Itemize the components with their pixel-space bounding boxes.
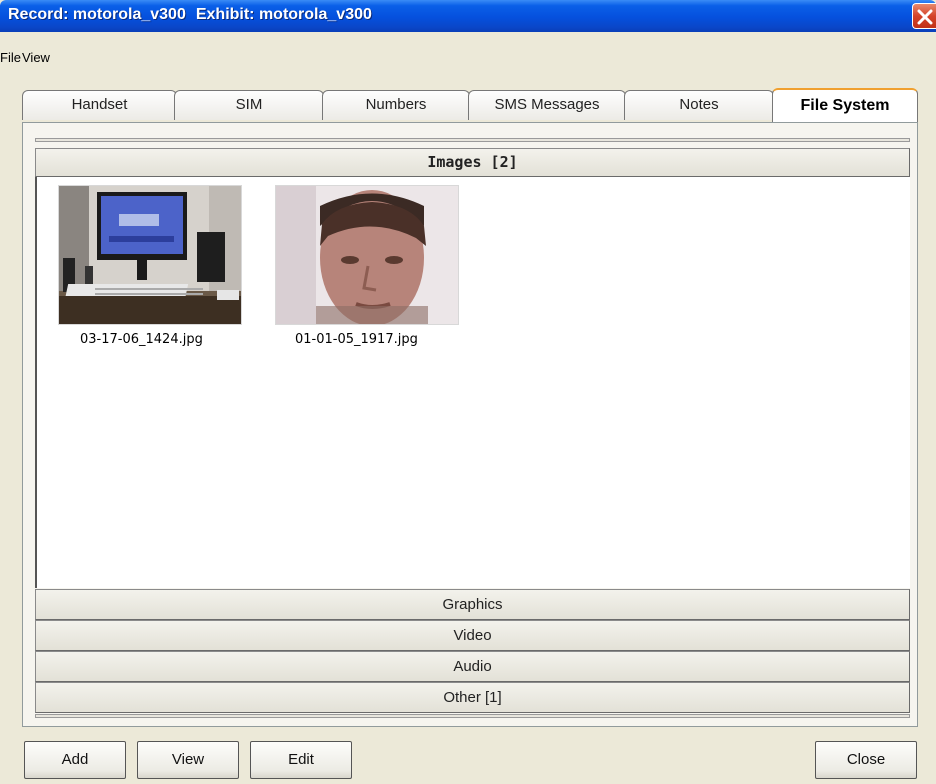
image-filename: 03-17-06_1424.jpg — [80, 332, 203, 347]
window-title: Record: motorola_v300 Exhibit: motorola_v… — [8, 6, 372, 24]
tab-handset[interactable]: Handset — [22, 90, 177, 120]
view-button[interactable]: View — [137, 741, 239, 779]
section-divider-bottom — [35, 714, 910, 718]
image-thumbnail[interactable] — [275, 185, 459, 325]
portrait-photo-icon — [276, 186, 458, 324]
image-thumbnail[interactable] — [58, 185, 242, 325]
section-divider-top — [35, 138, 910, 142]
close-button[interactable]: Close — [815, 741, 917, 779]
tab-numbers[interactable]: Numbers — [322, 90, 470, 120]
add-button[interactable]: Add — [24, 741, 126, 779]
title-record: Record: motorola_v300 — [8, 6, 186, 23]
menu-view[interactable]: View — [22, 50, 50, 65]
title-bar[interactable]: Record: motorola_v300 Exhibit: motorola_v… — [0, 0, 936, 32]
edit-button[interactable]: Edit — [250, 741, 352, 779]
section-audio-header[interactable]: Audio — [35, 651, 910, 682]
window-close-button[interactable] — [912, 3, 936, 29]
images-content-area: 03-17-06_1424.jpg 01-01-05_1917.jpg — [35, 177, 910, 588]
section-video-header[interactable]: Video — [35, 620, 910, 651]
tab-bar: Handset SIM Numbers SMS Messages Notes F… — [22, 88, 918, 123]
section-graphics-header[interactable]: Graphics — [35, 589, 910, 620]
tab-sms-messages[interactable]: SMS Messages — [468, 90, 626, 120]
close-icon — [917, 9, 933, 25]
tab-sim[interactable]: SIM — [174, 90, 324, 120]
tab-notes[interactable]: Notes — [624, 90, 774, 120]
tab-file-system[interactable]: File System — [772, 88, 918, 123]
title-exhibit: Exhibit: motorola_v300 — [195, 6, 372, 23]
section-images-header[interactable]: Images [2] — [35, 148, 910, 177]
desk-computer-photo-icon — [59, 186, 241, 324]
section-other-header[interactable]: Other [1] — [35, 682, 910, 713]
image-filename: 01-01-05_1917.jpg — [295, 332, 418, 347]
menu-file[interactable]: File — [0, 50, 21, 65]
